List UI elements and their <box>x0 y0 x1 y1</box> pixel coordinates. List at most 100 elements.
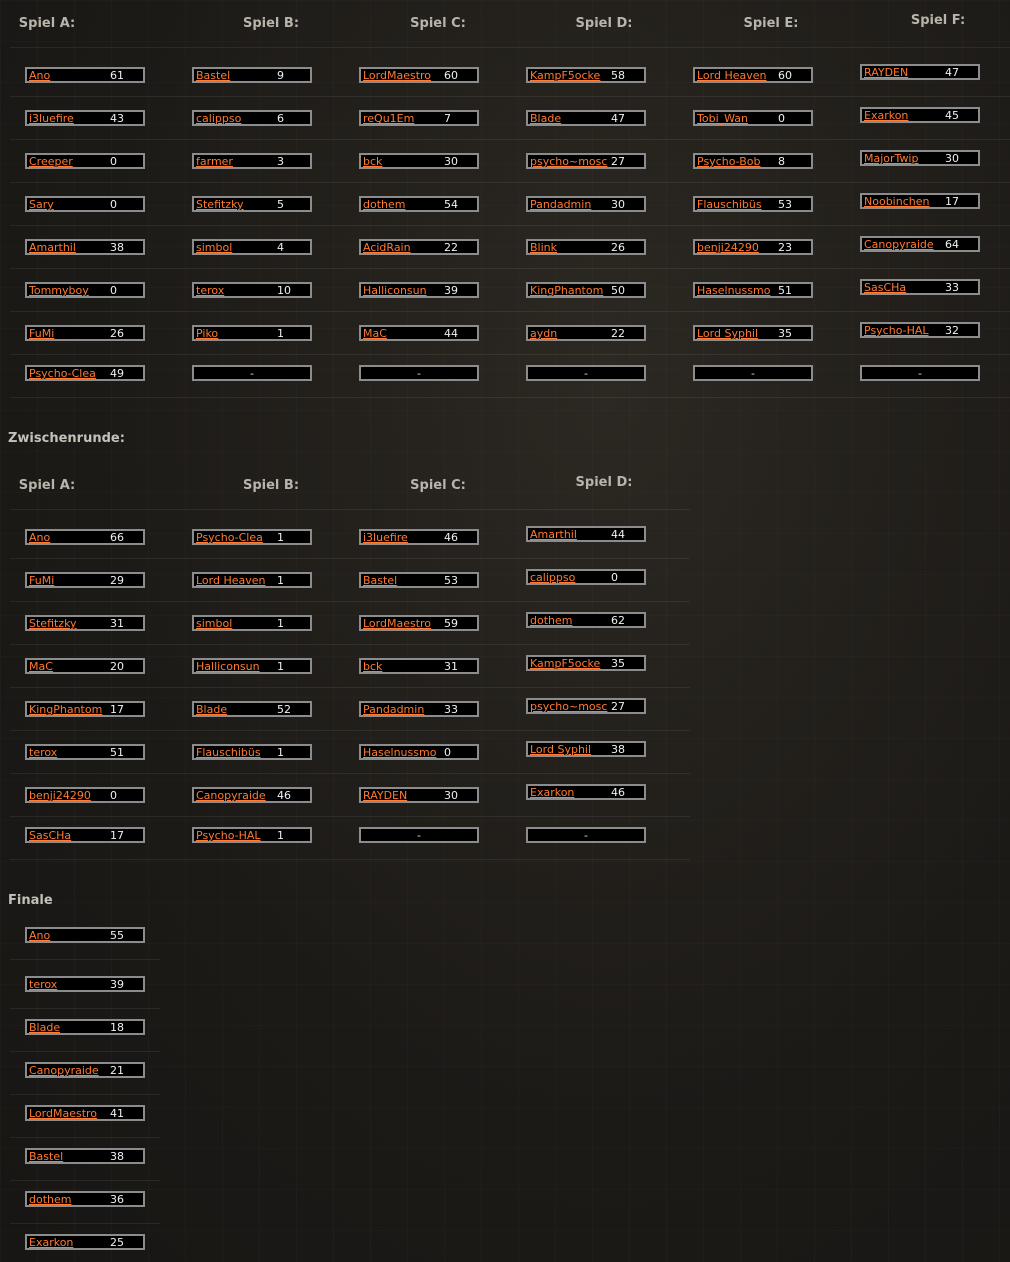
player-name-link[interactable]: Psycho-Bob <box>697 156 760 168</box>
player-name-link[interactable]: MaC <box>29 661 53 673</box>
player-name-link[interactable]: Psycho-Clea <box>196 532 263 544</box>
player-entry: farmer 3 <box>192 153 312 169</box>
player-name-link[interactable]: Halliconsun <box>363 285 427 297</box>
player-name-link[interactable]: Canopyraide <box>196 790 266 802</box>
group-heading: Spiel F: <box>910 13 966 28</box>
player-name-link[interactable]: i3luefire <box>29 113 74 125</box>
empty-slot-dash: - <box>417 829 421 842</box>
player-name-link[interactable]: calippso <box>196 113 241 125</box>
player-name-link[interactable]: i3luefire <box>363 532 408 544</box>
player-name-link[interactable]: Ano <box>29 930 50 942</box>
player-name-link[interactable]: Halliconsun <box>196 661 260 673</box>
player-name-link[interactable]: Bastel <box>196 70 230 82</box>
player-name-link[interactable]: dothem <box>29 1194 71 1206</box>
player-name-link[interactable]: Creeper <box>29 156 73 168</box>
player-name-link[interactable]: Blade <box>530 113 561 125</box>
player-name-link[interactable]: FuMi <box>29 328 54 340</box>
player-name-link[interactable]: Exarkon <box>864 110 908 122</box>
player-name-link[interactable]: psycho~mosc <box>530 156 607 168</box>
player-name-link[interactable]: Haselnussmo <box>363 747 436 759</box>
player-entry: KampF5ocke 35 <box>526 655 646 671</box>
player-entry: KingPhantom 50 <box>526 282 646 298</box>
player-name-link[interactable]: SasCHa <box>29 830 71 842</box>
player-name-link[interactable]: LordMaestro <box>29 1108 97 1120</box>
player-name-link[interactable]: KampF5ocke <box>530 70 600 82</box>
player-name-link[interactable]: Stefitzky <box>29 618 77 630</box>
player-name-link[interactable]: Flauschibüs <box>697 199 762 211</box>
player-name-link[interactable]: terox <box>29 747 57 759</box>
player-name-link[interactable]: bck <box>363 156 382 168</box>
player-name-link[interactable]: Canopyraide <box>29 1065 99 1077</box>
player-name-link[interactable]: Exarkon <box>29 1237 73 1249</box>
player-name-link[interactable]: RAYDEN <box>864 67 908 79</box>
player-name-link[interactable]: LordMaestro <box>363 70 431 82</box>
player-entry: terox 39 <box>25 976 145 992</box>
player-name-link[interactable]: Tobi_Wan <box>697 113 748 125</box>
player-name-link[interactable]: AcidRain <box>363 242 411 254</box>
player-name-link[interactable]: terox <box>196 285 224 297</box>
player-name-link[interactable]: MaC <box>363 328 387 340</box>
player-score: 39 <box>444 284 458 297</box>
player-name-link[interactable]: Psycho-HAL <box>864 325 929 337</box>
player-score: 5 <box>277 198 284 211</box>
player-name-link[interactable]: Ano <box>29 70 50 82</box>
player-score: 1 <box>277 617 284 630</box>
player-name-link[interactable]: Lord Syphil <box>530 744 591 756</box>
player-name-link[interactable]: bck <box>363 661 382 673</box>
player-name-link[interactable]: dothem <box>530 615 572 627</box>
player-name-link[interactable]: Bastel <box>363 575 397 587</box>
player-name-link[interactable]: Lord Syphil <box>697 328 758 340</box>
player-name-link[interactable]: Blink <box>530 242 557 254</box>
player-name-link[interactable]: Exarkon <box>530 787 574 799</box>
player-entry: psycho~mosc 27 <box>526 698 646 714</box>
player-name-link[interactable]: Psycho-Clea <box>29 368 96 380</box>
player-name-link[interactable]: KingPhantom <box>29 704 102 716</box>
player-name-link[interactable]: Flauschibüs <box>196 747 261 759</box>
player-score: 0 <box>778 112 785 125</box>
player-name-link[interactable]: Lord Heaven <box>196 575 266 587</box>
player-name-link[interactable]: Stefitzky <box>196 199 244 211</box>
player-name-link[interactable]: FuMi <box>29 575 54 587</box>
player-name-link[interactable]: Piko <box>196 328 218 340</box>
player-name-link[interactable]: Sary <box>29 199 54 211</box>
player-name-link[interactable]: dothem <box>363 199 405 211</box>
player-entry: LordMaestro 60 <box>359 67 479 83</box>
player-score: 29 <box>110 574 124 587</box>
player-name-link[interactable]: Amarthil <box>29 242 76 254</box>
player-name-link[interactable]: Pandadmin <box>530 199 591 211</box>
player-name-link[interactable]: simbol <box>196 242 232 254</box>
player-name-link[interactable]: LordMaestro <box>363 618 431 630</box>
player-name-link[interactable]: Pandadmin <box>363 704 424 716</box>
player-name-link[interactable]: Ano <box>29 532 50 544</box>
player-name-link[interactable]: Amarthil <box>530 529 577 541</box>
player-name-link[interactable]: terox <box>29 979 57 991</box>
player-name-link[interactable]: MajorTwip <box>864 153 918 165</box>
player-name-link[interactable]: RAYDEN <box>363 790 407 802</box>
player-entry: Pandadmin 33 <box>359 701 479 717</box>
player-name-link[interactable]: benji24290 <box>697 242 759 254</box>
player-name-link[interactable]: farmer <box>196 156 233 168</box>
player-entry: LordMaestro 59 <box>359 615 479 631</box>
player-name-link[interactable]: Blade <box>196 704 227 716</box>
player-score: 62 <box>611 614 625 627</box>
player-score: 46 <box>611 786 625 799</box>
player-name-link[interactable]: Canopyraide <box>864 239 934 251</box>
player-name-link[interactable]: Lord Heaven <box>697 70 767 82</box>
player-name-link[interactable]: aydn <box>530 328 557 340</box>
player-entry: i3luefire 46 <box>359 529 479 545</box>
player-name-link[interactable]: Bastel <box>29 1151 63 1163</box>
player-name-link[interactable]: reQu1Em <box>363 113 414 125</box>
player-name-link[interactable]: simbol <box>196 618 232 630</box>
player-score: 36 <box>110 1193 124 1206</box>
player-name-link[interactable]: KingPhantom <box>530 285 603 297</box>
player-name-link[interactable]: SasCHa <box>864 282 906 294</box>
player-name-link[interactable]: Tommyboy <box>29 285 89 297</box>
player-name-link[interactable]: Psycho-HAL <box>196 830 261 842</box>
player-name-link[interactable]: Blade <box>29 1022 60 1034</box>
player-name-link[interactable]: benji24290 <box>29 790 91 802</box>
player-name-link[interactable]: Haselnussmo <box>697 285 770 297</box>
player-name-link[interactable]: psycho~mosc <box>530 701 607 713</box>
player-name-link[interactable]: Noobinchen <box>864 196 929 208</box>
player-name-link[interactable]: calippso <box>530 572 575 584</box>
player-name-link[interactable]: KampF5ocke <box>530 658 600 670</box>
